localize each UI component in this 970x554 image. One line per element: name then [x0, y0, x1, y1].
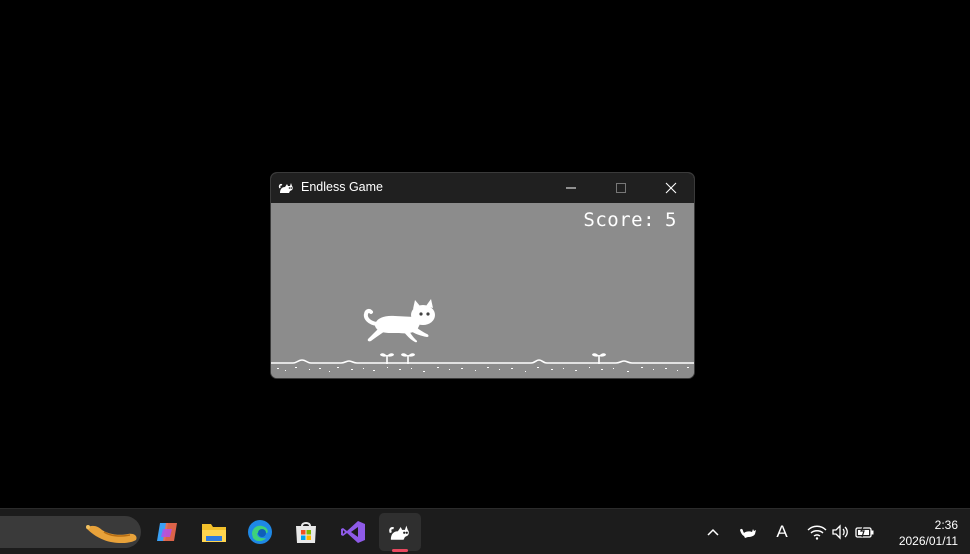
ime-indicator[interactable]: A: [772, 521, 792, 543]
cat-player-sprite: [363, 299, 435, 343]
endless-game-taskbar-button[interactable]: [385, 517, 415, 547]
window-title: Endless Game: [301, 180, 383, 194]
copilot-button[interactable]: [152, 517, 182, 547]
game-window: Endless Game Score: 5: [270, 172, 695, 379]
cat-tray-button[interactable]: [738, 521, 758, 543]
folder-icon: [202, 524, 226, 542]
cat-icon: [389, 525, 409, 540]
taskbar: A 2:36 2026/01/11: [0, 508, 970, 554]
chevron-up-icon: [707, 528, 719, 536]
minimize-button[interactable]: [548, 173, 594, 203]
cat-tray-icon: [740, 528, 756, 538]
close-icon: [665, 182, 677, 194]
maximize-button[interactable]: [598, 173, 644, 203]
score-value: 5: [665, 209, 677, 231]
close-button[interactable]: [648, 173, 694, 203]
microsoft-store-button[interactable]: [291, 517, 321, 547]
show-hidden-icons-button[interactable]: [704, 521, 722, 543]
minimize-icon: [566, 187, 576, 189]
clock-time: 2:36: [934, 518, 958, 532]
clock-date: 2026/01/11: [898, 534, 958, 548]
maximize-icon: [616, 183, 626, 193]
active-app-indicator: [392, 549, 408, 552]
wifi-icon: [807, 525, 827, 540]
copilot-icon: [157, 523, 177, 541]
widgets-weather-icon: [86, 525, 137, 543]
score-display: Score: 5: [583, 209, 677, 231]
visual-studio-icon: [341, 521, 365, 543]
title-bar[interactable]: Endless Game: [271, 173, 694, 203]
visual-studio-button[interactable]: [338, 517, 368, 547]
ime-a-icon: A: [776, 522, 788, 541]
store-icon: [296, 522, 316, 543]
edge-browser-icon: [248, 520, 272, 544]
game-canvas[interactable]: Score: 5: [271, 203, 694, 378]
clock[interactable]: 2:36 2026/01/11: [899, 517, 958, 549]
file-explorer-button[interactable]: [199, 517, 229, 547]
ground-terrain: [271, 359, 694, 372]
edge-browser-button[interactable]: [245, 517, 275, 547]
volume-icon: [832, 524, 848, 540]
score-label: Score:: [583, 209, 656, 231]
battery-icon: [855, 525, 874, 538]
network-volume-battery-group[interactable]: [804, 521, 878, 543]
widgets-button[interactable]: [0, 516, 141, 548]
cat-icon: [278, 183, 293, 193]
